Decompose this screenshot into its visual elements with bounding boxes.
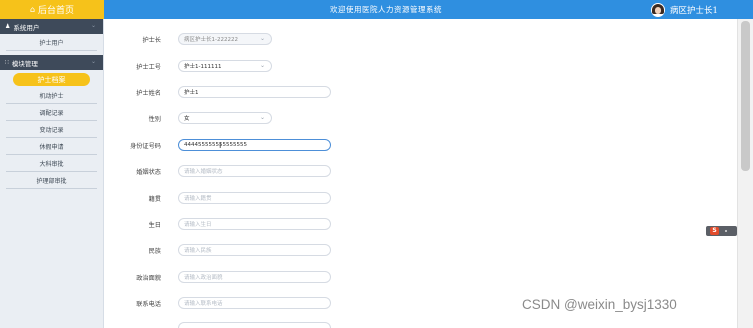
field-label: 民族: [148, 247, 161, 255]
avatar[interactable]: [651, 2, 665, 17]
field-label: 婚姻状态: [136, 168, 161, 176]
field-label: 生日: [148, 221, 161, 229]
placeholder: 请输入政治面貌: [184, 275, 223, 281]
sidebar-item-nurse-users[interactable]: 护士用户: [6, 35, 97, 51]
sidebar-item-dept-approval[interactable]: 大科审批: [6, 156, 97, 172]
head-nurse-select[interactable]: 病区护士长1-222222 ⌄: [178, 33, 272, 45]
chevron-down-icon: ⌄: [90, 22, 96, 29]
nurse-name-field[interactable]: 护士1: [178, 86, 331, 98]
nurse-id-select[interactable]: 护士1-111111 ⌄: [178, 60, 272, 72]
placeholder: 请输入婚姻状态: [184, 169, 223, 175]
next-field[interactable]: [178, 322, 331, 328]
sidebar: ♟ 系统用户 ⌄ 护士用户 ∷ 模块管理 ⌄ 护士档案 机动护士 调配记录 变动…: [0, 19, 104, 328]
id-number-field[interactable]: 444455555555555555 I: [178, 139, 331, 151]
chevron-down-icon: ⌄: [259, 114, 265, 121]
dot-icon: [725, 230, 727, 232]
sidebar-item-nursing-approval[interactable]: 护理部审批: [6, 173, 97, 189]
marital-status-field[interactable]: 请输入婚姻状态: [178, 165, 331, 177]
field-label: 联系电话: [136, 300, 161, 308]
select-value: 女: [184, 116, 190, 122]
birthday-field[interactable]: 请输入生日: [178, 218, 331, 230]
user-menu[interactable]: 病区护士长1: [651, 1, 718, 18]
floating-toolbar[interactable]: S: [706, 226, 737, 236]
placeholder: 请输入民族: [184, 248, 212, 254]
sidebar-section-system-users[interactable]: ♟ 系统用户 ⌄: [0, 19, 103, 34]
chevron-down-icon: ⌄: [259, 62, 265, 69]
field-label: 籍贯: [148, 195, 161, 203]
text-cursor-icon: I: [219, 141, 222, 150]
field-label: 护士长: [142, 36, 161, 44]
section-label: 系统用户: [13, 23, 40, 32]
field-label: 护士姓名: [136, 89, 161, 97]
ethnicity-field[interactable]: 请输入民族: [178, 244, 331, 256]
field-label: 身份证号码: [130, 142, 161, 150]
scroll-thumb[interactable]: [741, 21, 750, 171]
sidebar-item-allocation-records[interactable]: 调配记录: [6, 105, 97, 121]
placeholder: 请输入籍贯: [184, 196, 212, 202]
top-bar: ⌂ 后台首页 欢迎使用医院人力资源管理系统 病区护士长1: [0, 0, 753, 19]
placeholder: 请输入生日: [184, 222, 212, 228]
input-value: 444455555555555555: [184, 142, 247, 148]
user-icon: ♟: [5, 23, 11, 30]
grid-icon: ∷: [5, 59, 9, 66]
chevron-down-icon: ⌄: [90, 58, 96, 65]
app-title: 欢迎使用医院人力资源管理系统: [330, 5, 442, 14]
home-button[interactable]: ⌂ 后台首页: [0, 0, 104, 19]
sidebar-item-mobile-nurse[interactable]: 机动护士: [6, 88, 97, 104]
gender-select[interactable]: 女 ⌄: [178, 112, 272, 124]
select-value: 护士1-111111: [184, 64, 222, 70]
sidebar-item-leave-request[interactable]: 休假申请: [6, 139, 97, 155]
section-label: 模块管理: [11, 59, 38, 68]
field-label: 政治面貌: [136, 274, 161, 282]
sogou-s-icon: S: [710, 227, 719, 235]
watermark: CSDN @weixin_bysj1330: [522, 297, 677, 312]
home-icon: ⌂: [29, 5, 36, 14]
select-value: 病区护士长1-222222: [184, 37, 238, 43]
sidebar-section-modules[interactable]: ∷ 模块管理 ⌄: [0, 55, 103, 70]
home-label: 后台首页: [38, 6, 75, 16]
native-place-field[interactable]: 请输入籍贯: [178, 192, 331, 204]
field-label: 性别: [148, 115, 161, 123]
sidebar-item-change-records[interactable]: 变动记录: [6, 122, 97, 138]
vertical-scrollbar[interactable]: [737, 19, 753, 328]
sidebar-item-nurse-archive[interactable]: 护士档案: [13, 73, 90, 86]
political-status-field[interactable]: 请输入政治面貌: [178, 271, 331, 283]
placeholder: 请输入联系电话: [184, 301, 223, 307]
field-label: 护士工号: [136, 63, 161, 71]
chevron-down-icon: ⌄: [259, 35, 265, 42]
user-name[interactable]: 病区护士长1: [670, 4, 718, 16]
phone-field[interactable]: 请输入联系电话: [178, 297, 331, 309]
input-value: 护士1: [184, 90, 199, 96]
nurse-archive-form: 护士长 病区护士长1-222222 ⌄ 护士工号 护士1-111111 ⌄ 护士…: [105, 19, 737, 328]
